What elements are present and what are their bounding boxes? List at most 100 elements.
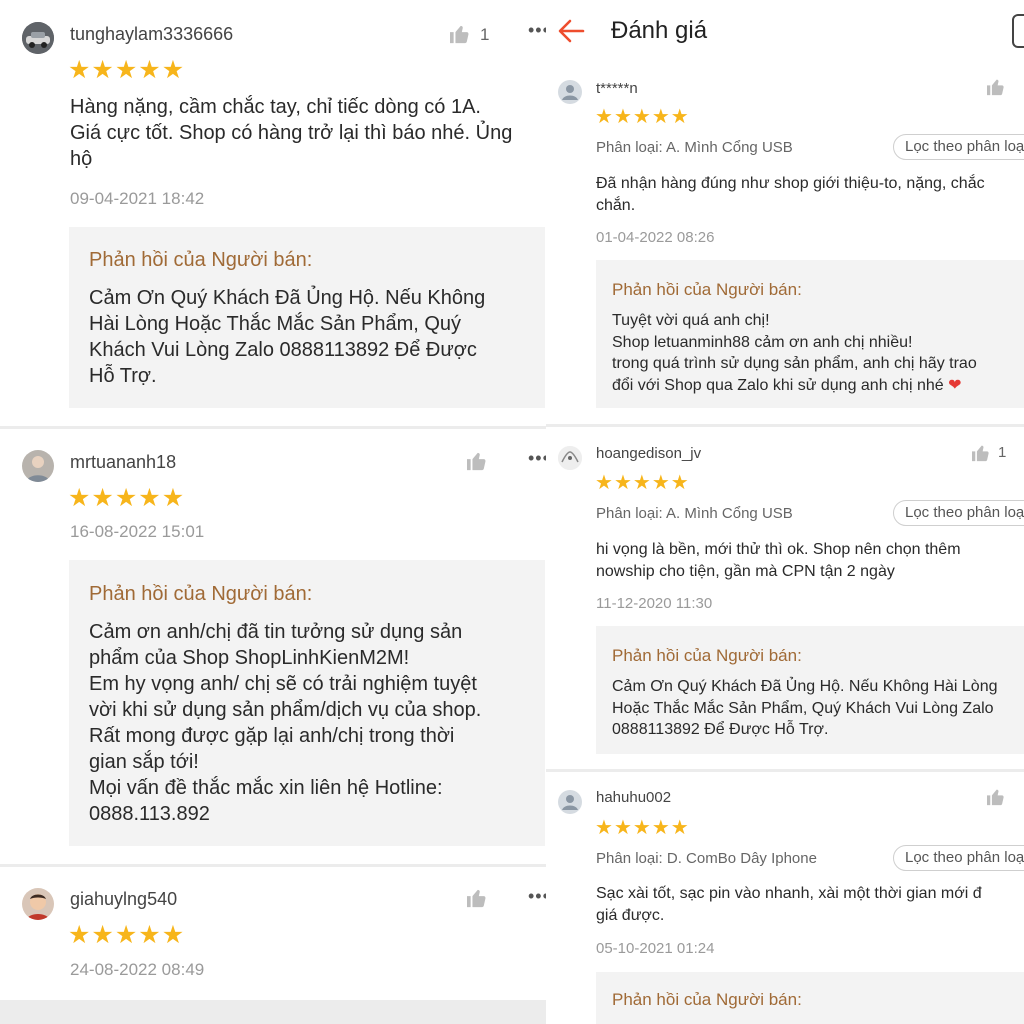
seller-reply: Phản hồi của Người bán: Tuyệt vời quá an… [596, 260, 1024, 408]
review-content: Sạc xài tốt, sạc pin vào nhanh, xài một … [596, 885, 982, 924]
star-icon: ★ [138, 484, 162, 512]
header-action-icon[interactable] [1012, 14, 1024, 48]
rating-stars: ★★★★★ [595, 104, 690, 129]
star-icon: ★ [595, 106, 614, 128]
left-review-screenshot: tunghaylam3336666 1 ••• ★★★★★ Hàng nặng,… [0, 0, 546, 1024]
star-icon: ★ [161, 56, 186, 84]
more-options-icon[interactable]: ••• [528, 886, 546, 907]
seller-reply-text: Cảm ơn anh/chị đã tin tưởng sử dụng sản … [89, 621, 482, 825]
review-username: tunghaylam3336666 [70, 24, 234, 44]
star-icon: ★ [68, 484, 92, 512]
star-icon: ★ [138, 921, 162, 949]
star-icon: ★ [68, 921, 92, 949]
header-bar: Đánh giá [546, 0, 1024, 62]
seller-reply: Phản hồi của Người bán: [596, 972, 1024, 1024]
thumbs-up-icon[interactable] [986, 78, 1006, 101]
star-icon: ★ [651, 472, 671, 494]
rating-stars: ★★★★★ [68, 483, 185, 513]
review-username: t*****n [596, 80, 638, 97]
star-icon: ★ [613, 472, 633, 494]
thumbs-up-icon[interactable] [466, 451, 488, 476]
like-count: 1 [480, 25, 490, 44]
review-content: Đã nhận hàng đúng như shop giới thiệu-to… [596, 175, 985, 214]
thumbs-up-icon[interactable] [466, 888, 488, 913]
like-count: 1 [998, 444, 1007, 461]
more-options-icon[interactable]: ••• [528, 20, 546, 41]
review-content: hi vọng là bền, mới thử thì ok. Shop nên… [596, 541, 961, 580]
star-icon: ★ [91, 484, 115, 512]
thumbs-up-icon[interactable] [449, 24, 471, 49]
star-icon: ★ [114, 56, 139, 84]
star-icon: ★ [670, 472, 690, 494]
more-options-icon[interactable]: ••• [528, 448, 546, 469]
star-icon: ★ [651, 817, 671, 839]
star-icon: ★ [613, 817, 633, 839]
review-date: 16-08-2022 15:01 [70, 522, 205, 541]
user-avatar[interactable] [22, 22, 54, 54]
divider [0, 426, 546, 429]
review-username: hoangedison_jv [596, 445, 702, 462]
seller-reply-title: Phản hồi của Người bán: [612, 990, 802, 1009]
filter-by-variant-button[interactable]: Lọc theo phân loại [893, 845, 1024, 871]
star-icon: ★ [613, 106, 633, 128]
heart-icon: ❤ [948, 376, 962, 394]
user-avatar[interactable] [558, 446, 582, 470]
star-icon: ★ [595, 472, 614, 494]
back-button[interactable] [556, 16, 586, 51]
rating-stars: ★★★★★ [68, 55, 185, 85]
review-content: Hàng nặng, cầm chắc tay, chỉ tiếc dòng c… [70, 96, 513, 170]
star-icon: ★ [651, 106, 671, 128]
divider [546, 769, 1024, 772]
star-icon: ★ [138, 56, 162, 84]
user-avatar[interactable] [22, 450, 54, 482]
divider [0, 1000, 546, 1024]
seller-reply-title: Phản hồi của Người bán: [89, 249, 313, 271]
seller-reply: Phản hồi của Người bán: Cảm ơn anh/chị đ… [69, 560, 545, 846]
review-date: 01-04-2022 08:26 [596, 229, 715, 246]
review-username: hahuhu002 [596, 789, 672, 806]
star-icon: ★ [632, 106, 652, 128]
filter-by-variant-button[interactable]: Lọc theo phân loại [893, 134, 1024, 160]
right-review-screenshot: Đánh giá t*****n ★★★★★ Phân loại: A. Mìn… [546, 0, 1024, 1024]
divider [0, 864, 546, 867]
user-avatar[interactable] [22, 888, 54, 920]
user-avatar-icon[interactable] [558, 80, 582, 104]
review-date: 24-08-2022 08:49 [70, 960, 205, 979]
page-title: Đánh giá [611, 17, 708, 44]
seller-reply-title: Phản hồi của Người bán: [612, 280, 802, 299]
divider [546, 424, 1024, 427]
seller-reply-title: Phản hồi của Người bán: [89, 583, 313, 605]
seller-reply-title: Phản hồi của Người bán: [612, 646, 802, 665]
product-variant: Phân loại: D. ComBo Dây Iphone [596, 850, 817, 867]
star-icon: ★ [632, 817, 652, 839]
seller-reply: Phản hồi của Người bán: Cảm Ơn Quý Khách… [69, 227, 545, 408]
review-date: 11-12-2020 11:30 [596, 595, 713, 612]
star-icon: ★ [670, 817, 690, 839]
user-avatar-icon[interactable] [558, 790, 582, 814]
star-icon: ★ [68, 56, 92, 84]
seller-reply: Phản hồi của Người bán: Cảm Ơn Quý Khách… [596, 626, 1024, 754]
star-icon: ★ [632, 472, 652, 494]
product-variant: Phân loại: A. Mình Cổng USB [596, 505, 793, 522]
rating-stars: ★★★★★ [68, 920, 185, 950]
star-icon: ★ [161, 921, 186, 949]
seller-reply-text: Cảm Ơn Quý Khách Đã Ủng Hộ. Nếu Không Hà… [612, 678, 998, 738]
star-icon: ★ [161, 484, 186, 512]
seller-reply-text: Tuyệt vời quá anh chị! Shop letuanminh88… [612, 312, 977, 394]
star-icon: ★ [91, 56, 115, 84]
filter-by-variant-button[interactable]: Lọc theo phân loại [893, 500, 1024, 526]
product-variant: Phân loại: A. Mình Cổng USB [596, 139, 793, 156]
thumbs-up-icon[interactable] [971, 444, 991, 467]
star-icon: ★ [595, 817, 614, 839]
review-username: mrtuananh18 [70, 452, 177, 472]
rating-stars: ★★★★★ [595, 815, 690, 840]
star-icon: ★ [114, 484, 139, 512]
seller-reply-text: Cảm Ơn Quý Khách Đã Ủng Hộ. Nếu Không Hà… [89, 287, 486, 387]
thumbs-up-icon[interactable] [986, 788, 1006, 811]
review-date: 09-04-2021 18:42 [70, 189, 205, 208]
star-icon: ★ [670, 106, 690, 128]
review-username: giahuylng540 [70, 889, 178, 909]
arrow-left-icon [558, 19, 585, 43]
rating-stars: ★★★★★ [595, 470, 690, 495]
star-icon: ★ [114, 921, 139, 949]
